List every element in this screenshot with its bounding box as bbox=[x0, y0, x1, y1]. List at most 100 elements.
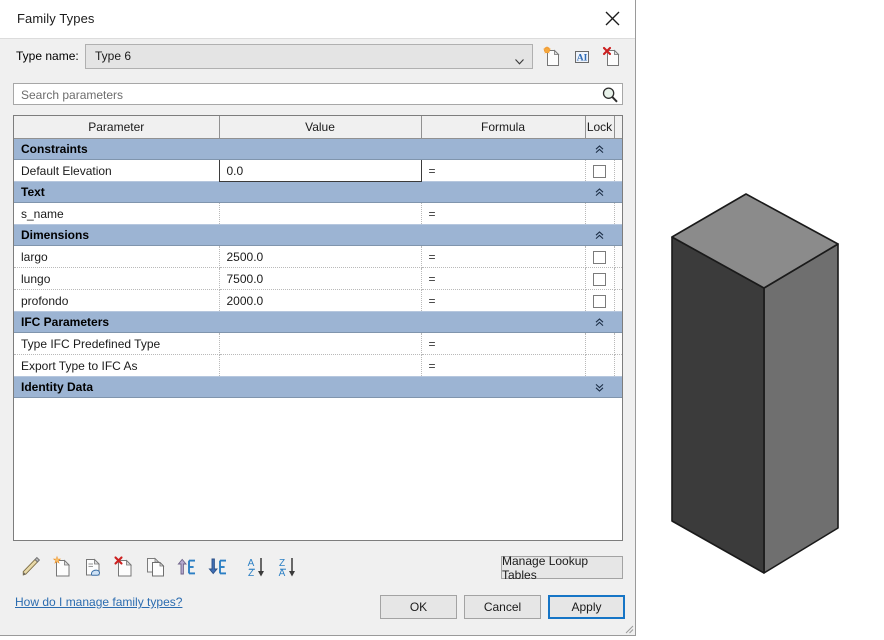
parameter-name-cell[interactable]: lungo bbox=[14, 267, 220, 290]
column-header-spacer bbox=[614, 116, 622, 139]
new-global-parameter-icon[interactable] bbox=[80, 553, 106, 581]
search-input[interactable] bbox=[19, 87, 593, 103]
rename-type-icon[interactable]: AI bbox=[570, 44, 594, 69]
parameter-value-cell[interactable]: 0.0 bbox=[218, 159, 422, 182]
group-collapse-toggle[interactable] bbox=[585, 224, 614, 246]
parameter-lock-cell[interactable] bbox=[585, 354, 615, 377]
model-viewport[interactable] bbox=[636, 0, 884, 640]
parameter-value-cell[interactable] bbox=[219, 202, 422, 225]
column-header-lock[interactable]: Lock bbox=[585, 116, 615, 139]
parameter-name-cell[interactable]: Type IFC Predefined Type bbox=[14, 332, 220, 355]
apply-button[interactable]: Apply bbox=[548, 595, 625, 619]
table-row[interactable]: profondo 2000.0 = bbox=[14, 289, 622, 312]
table-row[interactable]: Type IFC Predefined Type = bbox=[14, 332, 622, 355]
parameter-group-header[interactable]: Dimensions bbox=[14, 224, 622, 246]
group-collapse-toggle[interactable] bbox=[585, 311, 614, 333]
parameter-lock-cell[interactable] bbox=[585, 267, 615, 290]
table-empty-area[interactable] bbox=[14, 397, 622, 398]
parameter-formula-cell[interactable]: = bbox=[421, 267, 586, 290]
group-row-spacer bbox=[614, 181, 622, 203]
family-types-dialog: Family Types Type name: Type 6 AI Search… bbox=[0, 0, 636, 636]
parameter-group-header[interactable]: Text bbox=[14, 181, 622, 203]
parameter-formula-cell[interactable]: = bbox=[421, 245, 586, 268]
parameter-value-cell[interactable]: 7500.0 bbox=[219, 267, 422, 290]
delete-parameter-icon[interactable] bbox=[111, 553, 137, 581]
row-spacer bbox=[614, 332, 622, 355]
extruded-box-model bbox=[671, 193, 839, 574]
parameter-lock-cell[interactable] bbox=[585, 332, 615, 355]
table-row[interactable]: Export Type to IFC As = bbox=[14, 354, 622, 377]
column-header-value[interactable]: Value bbox=[219, 116, 422, 139]
parameter-group-label: Text bbox=[14, 181, 585, 203]
sort-ascending-icon[interactable]: A Z bbox=[242, 553, 268, 581]
parameter-group-header[interactable]: Constraints bbox=[14, 138, 622, 160]
help-link[interactable]: How do I manage family types? bbox=[15, 595, 182, 609]
group-collapse-toggle[interactable] bbox=[585, 181, 614, 203]
duplicate-parameter-icon[interactable] bbox=[142, 553, 168, 581]
lock-checkbox[interactable] bbox=[593, 164, 606, 178]
parameter-lock-cell[interactable] bbox=[585, 289, 615, 312]
group-collapse-toggle[interactable] bbox=[585, 376, 614, 398]
edit-parameter-icon[interactable] bbox=[18, 553, 44, 581]
chevron-down-icon bbox=[515, 54, 524, 65]
svg-text:AI: AI bbox=[577, 53, 588, 63]
table-row[interactable]: largo 2500.0 = bbox=[14, 245, 622, 268]
parameter-name-cell[interactable]: largo bbox=[14, 245, 220, 268]
parameter-value-cell[interactable]: 2000.0 bbox=[219, 289, 422, 312]
ok-button[interactable]: OK bbox=[380, 595, 457, 619]
parameters-table-container[interactable]: Parameter Value Formula Lock Constraints… bbox=[13, 115, 623, 541]
parameter-formula-cell[interactable]: = bbox=[421, 202, 586, 225]
parameter-group-header[interactable]: IFC Parameters bbox=[14, 311, 622, 333]
empty-cell bbox=[614, 397, 622, 398]
move-down-icon[interactable] bbox=[204, 553, 230, 581]
delete-type-icon[interactable] bbox=[600, 44, 624, 69]
table-row[interactable]: lungo 7500.0 = bbox=[14, 267, 622, 290]
parameter-name-cell[interactable]: Default Elevation bbox=[14, 159, 220, 182]
parameter-name-cell[interactable]: Export Type to IFC As bbox=[14, 354, 220, 377]
group-row-spacer bbox=[614, 376, 622, 398]
lock-checkbox[interactable] bbox=[593, 272, 606, 286]
search-icon[interactable] bbox=[601, 86, 619, 104]
parameter-lock-cell[interactable] bbox=[585, 245, 615, 268]
column-header-parameter[interactable]: Parameter bbox=[14, 116, 220, 139]
parameter-value-cell[interactable] bbox=[219, 332, 422, 355]
new-type-icon[interactable] bbox=[540, 44, 564, 69]
parameter-value-cell[interactable]: 2500.0 bbox=[219, 245, 422, 268]
parameter-lock-cell[interactable] bbox=[585, 159, 615, 182]
column-header-formula[interactable]: Formula bbox=[421, 116, 586, 139]
type-name-combobox[interactable]: Type 6 bbox=[85, 44, 533, 69]
parameter-formula-cell[interactable]: = bbox=[421, 354, 586, 377]
move-up-icon[interactable] bbox=[173, 553, 199, 581]
lock-checkbox[interactable] bbox=[593, 250, 606, 264]
parameter-value-cell[interactable] bbox=[219, 354, 422, 377]
table-row[interactable]: s_name = bbox=[14, 202, 622, 225]
parameter-formula-cell[interactable]: = bbox=[421, 159, 586, 182]
table-row[interactable]: Default Elevation 0.0 = bbox=[14, 159, 622, 182]
lock-checkbox[interactable] bbox=[593, 294, 606, 308]
search-parameters-box[interactable] bbox=[13, 83, 623, 105]
parameter-formula-cell[interactable]: = bbox=[421, 289, 586, 312]
parameter-name-cell[interactable]: profondo bbox=[14, 289, 220, 312]
manage-lookup-tables-button[interactable]: Manage Lookup Tables bbox=[501, 554, 623, 582]
new-parameter-icon[interactable] bbox=[49, 553, 75, 581]
group-row-spacer bbox=[614, 311, 622, 333]
cancel-button[interactable]: Cancel bbox=[464, 595, 541, 619]
parameter-name-cell[interactable]: s_name bbox=[14, 202, 220, 225]
parameter-formula-cell[interactable]: = bbox=[421, 332, 586, 355]
chevron-double-up-icon bbox=[595, 229, 604, 240]
type-name-value: Type 6 bbox=[95, 49, 132, 63]
group-collapse-toggle[interactable] bbox=[585, 138, 614, 160]
parameter-group-label: Constraints bbox=[14, 138, 585, 160]
resize-grip[interactable] bbox=[622, 622, 634, 634]
close-icon[interactable] bbox=[589, 0, 635, 37]
empty-cell bbox=[585, 397, 615, 398]
row-spacer bbox=[614, 354, 622, 377]
parameters-table: Parameter Value Formula Lock Constraints… bbox=[14, 116, 622, 398]
empty-cell bbox=[219, 397, 422, 398]
row-spacer bbox=[614, 267, 622, 290]
chevron-double-up-icon bbox=[595, 143, 604, 154]
row-spacer bbox=[614, 289, 622, 312]
parameter-lock-cell[interactable] bbox=[585, 202, 615, 225]
parameter-group-header[interactable]: Identity Data bbox=[14, 376, 622, 398]
sort-descending-icon[interactable]: Z A bbox=[273, 553, 299, 581]
